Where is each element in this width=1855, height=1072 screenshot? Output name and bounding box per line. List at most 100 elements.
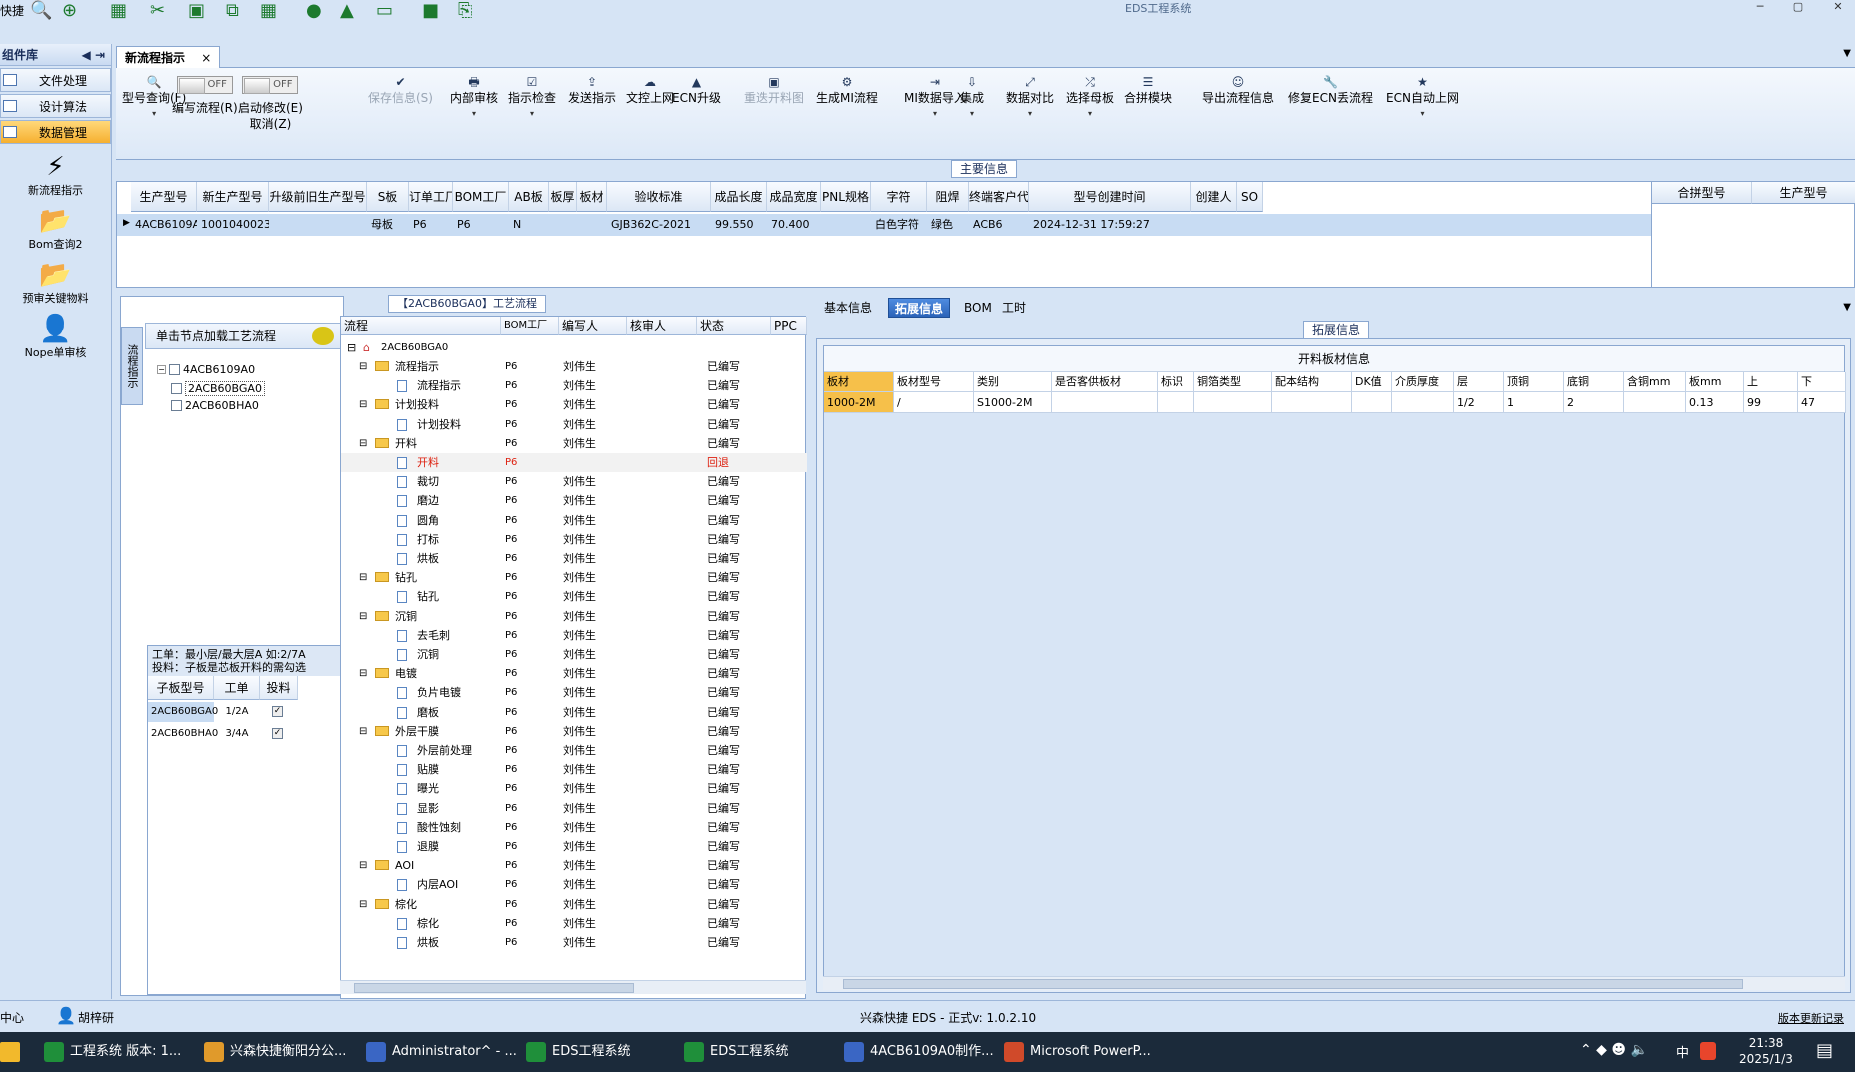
process-row[interactable]: 烘板 P6 刘伟生 已编写 bbox=[341, 933, 807, 952]
ext-column-header[interactable]: 类别 bbox=[974, 372, 1052, 392]
process-row[interactable]: 负片电镀 P6 刘伟生 已编写 bbox=[341, 683, 807, 702]
ribbon-button-13[interactable]: ⤢ 数据对比 ▾ bbox=[1006, 74, 1054, 122]
ribbon-button-8[interactable]: ▲ ECN升级 bbox=[672, 74, 721, 106]
column-header[interactable]: 成品长度 bbox=[711, 182, 767, 212]
process-row[interactable]: 显影 P6 刘伟生 已编写 bbox=[341, 799, 807, 818]
toggle-switch[interactable]: OFF bbox=[242, 76, 299, 94]
library-item-2[interactable]: 数据管理 bbox=[0, 120, 111, 144]
process-column-header[interactable]: 核审人 bbox=[627, 317, 697, 335]
ext-column-header[interactable]: 标识 bbox=[1158, 372, 1194, 392]
process-row[interactable]: ⊟ 电镀 P6 刘伟生 已编写 bbox=[341, 664, 807, 683]
process-row[interactable]: 磨边 P6 刘伟生 已编写 bbox=[341, 491, 807, 510]
tab-close-icon[interactable]: × bbox=[201, 51, 211, 65]
detail-tab-0[interactable]: 基本信息 bbox=[818, 298, 878, 318]
tree-node[interactable]: 2ACB60BHA0 bbox=[171, 399, 259, 412]
process-row[interactable]: 沉铜 P6 刘伟生 已编写 bbox=[341, 645, 807, 664]
user-icon[interactable]: ● bbox=[306, 0, 322, 21]
tree-node[interactable]: − 4ACB6109A0 bbox=[157, 363, 255, 376]
ribbon-button-3[interactable]: ✔ 保存信息(S) bbox=[368, 74, 433, 106]
ext-column-header[interactable]: 板mm bbox=[1686, 372, 1744, 392]
process-column-header[interactable]: 编写人 bbox=[559, 317, 627, 335]
taskbar-item-4[interactable]: EDS工程系统 bbox=[684, 1032, 788, 1072]
tree-checkbox[interactable] bbox=[171, 400, 182, 411]
tray-icons[interactable]: ⌃ ◆ ☻ 🔈 bbox=[1580, 1042, 1648, 1058]
library-item-1[interactable]: 设计算法 bbox=[0, 94, 111, 118]
column-header[interactable]: S板 bbox=[367, 182, 409, 212]
ext-column-header[interactable]: 顶铜 bbox=[1504, 372, 1564, 392]
ribbon-button-14[interactable]: ⤮ 选择母板 ▾ bbox=[1066, 74, 1114, 122]
column-header[interactable]: 终端客户代码 bbox=[969, 182, 1029, 212]
settings-circle-icon[interactable]: ⊕ bbox=[62, 0, 77, 21]
column-header[interactable]: 板材 bbox=[577, 182, 607, 212]
column-header[interactable]: PNL规格 bbox=[821, 182, 871, 212]
column-header[interactable]: SO bbox=[1237, 182, 1263, 212]
column-header[interactable]: 成品宽度 bbox=[767, 182, 821, 212]
column-header[interactable]: 创建人 bbox=[1191, 182, 1237, 212]
dropdown-arrow-icon[interactable]: ▾ bbox=[960, 106, 984, 122]
start-icon[interactable] bbox=[0, 1042, 20, 1062]
process-row[interactable]: ⊟ 钻孔 P6 刘伟生 已编写 bbox=[341, 568, 807, 587]
sub-table-header[interactable]: 子板型号 bbox=[148, 676, 214, 700]
taskbar-item-5[interactable]: 4ACB6109A0制作... bbox=[844, 1032, 994, 1072]
collapse-icon[interactable]: ⊟ bbox=[359, 568, 367, 587]
process-row[interactable]: 贴膜 P6 刘伟生 已编写 bbox=[341, 760, 807, 779]
ribbon-button-18[interactable]: ★ ECN自动上网 ▾ bbox=[1386, 74, 1459, 122]
column-header[interactable]: AB板 bbox=[509, 182, 549, 212]
ext-column-header[interactable]: 含铜mm bbox=[1624, 372, 1686, 392]
ext-column-header[interactable]: 下 bbox=[1798, 372, 1846, 392]
detail-tab-1[interactable]: 拓展信息 bbox=[888, 298, 951, 318]
taskbar-item-3[interactable]: EDS工程系统 bbox=[526, 1032, 630, 1072]
process-row[interactable]: 酸性蚀刻 P6 刘伟生 已编写 bbox=[341, 818, 807, 837]
scroll-thumb[interactable] bbox=[354, 983, 634, 993]
process-row[interactable]: 裁切 P6 刘伟生 已编写 bbox=[341, 472, 807, 491]
dropdown-arrow-icon[interactable]: ▾ bbox=[1066, 106, 1114, 122]
collapse-icon[interactable]: ⊟ bbox=[359, 664, 367, 683]
process-row[interactable]: 打标 P6 刘伟生 已编写 bbox=[341, 530, 807, 549]
ext-column-header[interactable]: 底铜 bbox=[1564, 372, 1624, 392]
taskbar-item-1[interactable]: 兴森快捷衡阳分公... bbox=[204, 1032, 346, 1072]
dropdown-arrow-icon[interactable]: ▾ bbox=[904, 106, 966, 122]
process-row[interactable]: ⊟ 计划投料 P6 刘伟生 已编写 bbox=[341, 395, 807, 414]
process-row[interactable]: 圆角 P6 刘伟生 已编写 bbox=[341, 511, 807, 530]
apps-icon[interactable]: ▦ bbox=[260, 0, 277, 21]
column-header[interactable]: 合拼型号 bbox=[1652, 182, 1752, 204]
process-row[interactable]: ⊟ AOI P6 刘伟生 已编写 bbox=[341, 856, 807, 875]
process-grid-hscroll[interactable] bbox=[340, 980, 806, 994]
process-row[interactable]: 磨板 P6 刘伟生 已编写 bbox=[341, 703, 807, 722]
tool-3[interactable]: 👤 Nope单审核 bbox=[0, 314, 111, 360]
process-row[interactable]: 去毛刺 P6 刘伟生 已编写 bbox=[341, 626, 807, 645]
ext-column-header[interactable]: 介质厚度 bbox=[1392, 372, 1454, 392]
detail-tab-2[interactable]: BOM bbox=[958, 298, 998, 318]
column-header[interactable]: 字符 bbox=[871, 182, 927, 212]
collapse-icon[interactable]: ⊟ bbox=[359, 856, 367, 875]
grid-icon[interactable]: ▦ bbox=[110, 0, 127, 21]
column-header[interactable]: 新生产型号 bbox=[197, 182, 269, 212]
ime-icon[interactable] bbox=[1700, 1042, 1716, 1060]
library-item-0[interactable]: 文件处理 bbox=[0, 68, 111, 92]
minimize-button[interactable]: ─ bbox=[1748, 0, 1772, 13]
ext-column-header[interactable]: 板材型号 bbox=[894, 372, 974, 392]
ribbon-button-4[interactable]: 🖶 内部审核 ▾ bbox=[450, 74, 498, 122]
collapse-icon[interactable]: ⊟ bbox=[359, 722, 367, 741]
process-row[interactable]: 退膜 P6 刘伟生 已编写 bbox=[341, 837, 807, 856]
process-row[interactable]: 烘板 P6 刘伟生 已编写 bbox=[341, 549, 807, 568]
ribbon-button-15[interactable]: ☰ 合拼模块 bbox=[1124, 74, 1172, 106]
column-header[interactable]: 阻焊 bbox=[927, 182, 969, 212]
sub-table-header[interactable]: 工单 bbox=[214, 676, 260, 700]
ribbon-button-6[interactable]: ⇪ 发送指示 bbox=[568, 74, 616, 106]
collapse-icon[interactable]: ⊟ bbox=[359, 895, 367, 914]
detail-tab-3[interactable]: 工时 bbox=[996, 298, 1032, 318]
column-header[interactable]: BOM工厂 bbox=[453, 182, 509, 212]
process-column-header[interactable]: PPC bbox=[771, 317, 807, 335]
close-button[interactable]: ✕ bbox=[1826, 0, 1850, 13]
ribbon-button-17[interactable]: 🔧 修复ECN丢流程 bbox=[1288, 74, 1373, 106]
process-column-header[interactable]: 流程 bbox=[341, 317, 501, 335]
ribbon-button-12[interactable]: ⇩ 集成 ▾ bbox=[960, 74, 984, 122]
tab-menu-chevron-icon[interactable]: ▼ bbox=[1843, 48, 1851, 59]
ribbon-button-2[interactable]: OFF 启动修改(E) 取消(Z) bbox=[238, 74, 303, 132]
process-row[interactable]: ⊟ 沉铜 P6 刘伟生 已编写 bbox=[341, 607, 807, 626]
tool-0[interactable]: ⚡ 新流程指示 bbox=[0, 152, 111, 198]
process-row[interactable]: ⊟ 棕化 P6 刘伟生 已编写 bbox=[341, 895, 807, 914]
taskbar-item-0[interactable]: 工程系统 版本: 1... bbox=[44, 1032, 181, 1072]
column-header[interactable]: 验收标准 bbox=[607, 182, 711, 212]
